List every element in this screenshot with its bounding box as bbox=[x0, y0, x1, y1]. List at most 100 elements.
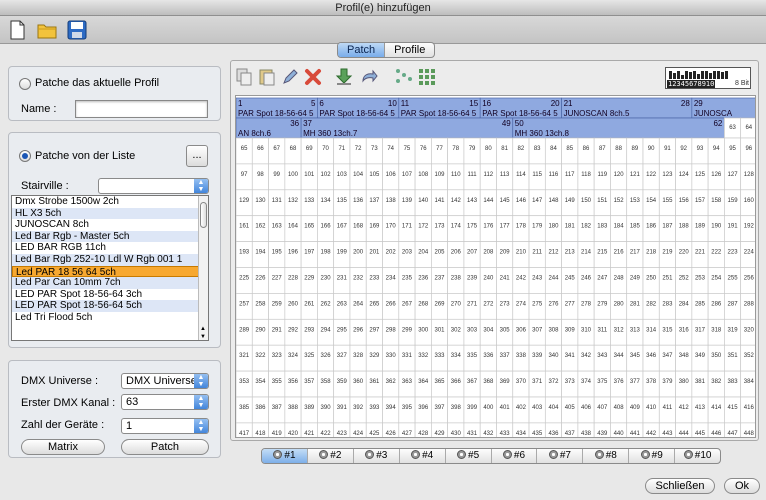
channel-number: 186 bbox=[646, 224, 657, 230]
channel-number: 108 bbox=[418, 172, 429, 178]
channel-number: 257 bbox=[239, 301, 250, 307]
page-tab-label: #10 bbox=[694, 450, 712, 461]
channel-number: 161 bbox=[239, 224, 250, 230]
redo-arrow-icon[interactable] bbox=[359, 67, 379, 87]
download-arrow-icon[interactable] bbox=[334, 67, 354, 87]
channel-number: 80 bbox=[485, 146, 492, 152]
channel-number: 157 bbox=[695, 198, 706, 204]
matrix-button[interactable]: Matrix bbox=[21, 439, 105, 455]
channel-number: 147 bbox=[532, 198, 543, 204]
scroll-down-icon[interactable]: ▼ bbox=[200, 334, 206, 340]
channel-number: 259 bbox=[272, 301, 283, 307]
list-item[interactable]: Led PAR 18 56 64 5ch bbox=[12, 265, 208, 278]
page-tab-6[interactable]: #6 bbox=[492, 449, 538, 463]
channel-number: 201 bbox=[369, 250, 380, 256]
list-item[interactable]: Led Par Can 10mm 7ch bbox=[12, 277, 208, 289]
list-item[interactable]: HL X3 5ch bbox=[12, 207, 208, 220]
channel-number: 280 bbox=[614, 301, 625, 307]
channel-number: 240 bbox=[483, 276, 494, 282]
page-tab-5[interactable]: #5 bbox=[446, 449, 492, 463]
fixture-start-channel: 6 bbox=[319, 99, 324, 108]
channel-number: 150 bbox=[581, 198, 592, 204]
dmx-patch-grid[interactable]: 1 5 PAR Spot 18-56-64 5 6 10 PAR Spot 18-56-6… bbox=[235, 95, 756, 438]
page-tab-1[interactable]: #1 bbox=[262, 449, 308, 463]
tab-profile[interactable]: Profile bbox=[385, 43, 434, 57]
channel-number: 322 bbox=[255, 353, 266, 359]
close-button[interactable]: Schließen bbox=[645, 478, 715, 494]
channel-number: 354 bbox=[255, 379, 266, 385]
channel-number: 429 bbox=[434, 431, 445, 437]
new-file-icon[interactable] bbox=[6, 19, 28, 41]
channel-number: 294 bbox=[321, 327, 332, 333]
channel-number: 422 bbox=[321, 431, 332, 437]
channel-number: 251 bbox=[662, 276, 673, 282]
list-item[interactable]: JUNOSCAN 8ch bbox=[12, 219, 208, 231]
list-item[interactable]: Led Bar Rgb 252-10 Ldl W Rgb 001 1 bbox=[12, 253, 208, 266]
list-scrollbar[interactable]: ▲ ▼ bbox=[198, 196, 208, 340]
list-item[interactable]: LED PAR Spot 18-56-64 3ch bbox=[12, 289, 208, 301]
name-input[interactable] bbox=[75, 100, 208, 118]
channel-number: 210 bbox=[516, 250, 527, 256]
page-tab-7[interactable]: #7 bbox=[537, 449, 584, 463]
open-folder-icon[interactable] bbox=[36, 19, 58, 41]
channel-number: 364 bbox=[418, 379, 429, 385]
ok-button[interactable]: Ok bbox=[724, 478, 760, 494]
radio-list[interactable] bbox=[19, 150, 31, 162]
channel-number: 191 bbox=[728, 224, 739, 230]
channel-number: 260 bbox=[288, 301, 299, 307]
channel-number: 204 bbox=[418, 250, 429, 256]
dmx-universe-select[interactable]: DMX Universe ▲ ▼ bbox=[121, 373, 209, 389]
channel-number: 402 bbox=[516, 405, 527, 411]
page-tab-2[interactable]: #2 bbox=[308, 449, 354, 463]
page-tab-3[interactable]: #3 bbox=[354, 449, 400, 463]
page-tab-9[interactable]: #9 bbox=[629, 449, 676, 463]
page-tab-10[interactable]: #10 bbox=[675, 449, 720, 463]
channel-number: 415 bbox=[728, 405, 739, 411]
channel-number: 78 bbox=[452, 146, 459, 152]
device-count-stepper[interactable]: 1 ▲ ▼ bbox=[121, 418, 209, 434]
scroll-thumb[interactable] bbox=[200, 202, 207, 228]
radio-current-profile[interactable] bbox=[19, 78, 31, 90]
page-tab-4[interactable]: #4 bbox=[400, 449, 446, 463]
left-panel: Patche das aktuelle Profil Name : Patche… bbox=[8, 60, 221, 460]
channel-number: 423 bbox=[337, 431, 348, 437]
list-item[interactable]: Led Tri Flood 5ch bbox=[12, 312, 208, 324]
channel-number: 180 bbox=[548, 224, 559, 230]
channel-number: 378 bbox=[646, 379, 657, 385]
copy-icon[interactable] bbox=[234, 67, 254, 87]
list-item[interactable]: Led Bar Rgb - Master 5ch bbox=[12, 230, 208, 243]
list-item[interactable]: Dmx Strobe 1500w 2ch bbox=[12, 196, 208, 208]
first-channel-stepper[interactable]: 63 ▲ ▼ bbox=[121, 394, 209, 410]
page-tab-label: #5 bbox=[468, 450, 480, 461]
channel-number: 82 bbox=[518, 146, 525, 152]
list-item[interactable]: LED PAR Spot 18-56-64 5ch bbox=[12, 300, 208, 312]
patch-button[interactable]: Patch bbox=[121, 439, 209, 455]
channel-number: 377 bbox=[630, 379, 641, 385]
channel-number: 418 bbox=[255, 431, 266, 437]
channel-number: 427 bbox=[402, 431, 413, 437]
channel-number: 93 bbox=[697, 146, 704, 152]
channel-number: 112 bbox=[484, 172, 494, 178]
channel-number: 290 bbox=[255, 327, 266, 333]
channel-number: 136 bbox=[353, 198, 364, 204]
save-disk-icon[interactable] bbox=[66, 19, 88, 41]
delete-x-icon[interactable] bbox=[303, 67, 323, 87]
list-item[interactable]: LED BAR RGB 11ch bbox=[12, 242, 208, 254]
page-tab-8[interactable]: #8 bbox=[583, 449, 630, 463]
channel-number: 76 bbox=[420, 146, 427, 152]
tab-patch[interactable]: Patch bbox=[338, 43, 386, 57]
edit-pencil-icon[interactable] bbox=[280, 67, 300, 87]
channel-number: 367 bbox=[467, 379, 478, 385]
dots-pattern-icon[interactable] bbox=[394, 67, 414, 87]
channel-number: 63 bbox=[729, 125, 736, 131]
channel-number: 156 bbox=[679, 198, 690, 204]
fixture-label: PAR Spot 18-56-64 5 bbox=[238, 109, 314, 118]
browse-button[interactable]: ... bbox=[186, 145, 208, 167]
paste-icon[interactable] bbox=[257, 67, 277, 87]
channel-number: 308 bbox=[548, 327, 559, 333]
profile-list[interactable]: Dmx Strobe 1500w 2ch HL X3 5ch JUNOSCAN 8c… bbox=[11, 195, 209, 341]
grid-pattern-icon[interactable] bbox=[417, 67, 437, 87]
scroll-up-icon[interactable]: ▲ bbox=[200, 326, 206, 332]
manufacturer-select[interactable]: ▲ ▼ bbox=[98, 178, 209, 194]
channel-number: 141 bbox=[434, 198, 445, 204]
